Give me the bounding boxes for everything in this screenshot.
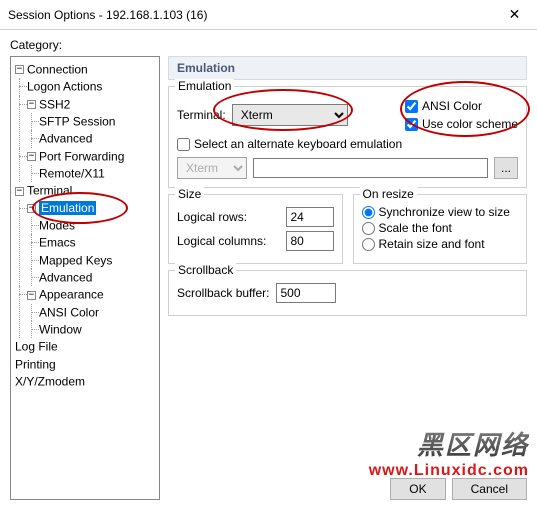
tree-log-file[interactable]: Log File bbox=[15, 340, 58, 354]
tree-emacs[interactable]: Emacs bbox=[39, 236, 76, 250]
group-label: Scrollback bbox=[175, 263, 236, 277]
tree-port-forwarding[interactable]: Port Forwarding bbox=[39, 149, 124, 163]
titlebar: Session Options - 192.168.1.103 (16) ✕ bbox=[0, 0, 537, 30]
tree-mapped-keys[interactable]: Mapped Keys bbox=[39, 253, 112, 267]
group-label: On resize bbox=[360, 187, 417, 201]
tree-advanced2[interactable]: Advanced bbox=[39, 270, 92, 284]
scrollback-group: Scrollback Scrollback buffer: bbox=[168, 270, 527, 316]
terminal-select[interactable]: Xterm bbox=[232, 104, 348, 126]
alt-keyboard-checkbox[interactable]: Select an alternate keyboard emulation bbox=[177, 137, 518, 151]
scrollback-input[interactable] bbox=[276, 283, 336, 303]
right-panel: Emulation Emulation Terminal: Xterm ANSI… bbox=[168, 56, 527, 500]
category-label: Category: bbox=[10, 38, 527, 52]
main-area: −Connection Logon Actions −SSH2 SFTP Ses… bbox=[10, 56, 527, 500]
use-color-scheme-checkbox[interactable]: Use color scheme bbox=[405, 117, 518, 131]
tree-connection[interactable]: Connection bbox=[27, 62, 88, 76]
tree-terminal[interactable]: Terminal bbox=[27, 184, 72, 198]
browse-button[interactable]: ... bbox=[494, 157, 518, 179]
tree-advanced[interactable]: Advanced bbox=[39, 132, 92, 146]
resize-group: On resize Synchronize view to size Scale… bbox=[353, 194, 528, 264]
alt-keyboard-input[interactable] bbox=[177, 138, 190, 151]
button-row: OK Cancel bbox=[168, 470, 527, 500]
tree-sftp-session[interactable]: SFTP Session bbox=[39, 114, 115, 128]
tree-xyzmodem[interactable]: X/Y/Zmodem bbox=[15, 374, 85, 388]
retain-radio[interactable]: Retain size and font bbox=[362, 237, 519, 251]
terminal-label: Terminal: bbox=[177, 108, 226, 122]
ok-button[interactable]: OK bbox=[390, 478, 445, 500]
tree-ssh2[interactable]: SSH2 bbox=[39, 97, 70, 111]
tree-ansi-color[interactable]: ANSI Color bbox=[39, 305, 99, 319]
category-tree[interactable]: −Connection Logon Actions −SSH2 SFTP Ses… bbox=[10, 56, 160, 500]
group-label: Emulation bbox=[175, 79, 234, 93]
cancel-button[interactable]: Cancel bbox=[452, 478, 527, 500]
tree-emulation[interactable]: Emulation bbox=[39, 201, 96, 215]
logical-rows-label: Logical rows: bbox=[177, 210, 247, 224]
expander-icon[interactable]: − bbox=[27, 152, 36, 161]
panel-title: Emulation bbox=[168, 56, 527, 80]
logical-cols-label: Logical columns: bbox=[177, 234, 266, 248]
window-title: Session Options - 192.168.1.103 (16) bbox=[8, 8, 207, 22]
tree-window[interactable]: Window bbox=[39, 322, 82, 336]
alt-keyboard-path bbox=[253, 158, 488, 178]
logical-rows-input[interactable] bbox=[286, 207, 334, 227]
emulation-group: Emulation Terminal: Xterm ANSI Color bbox=[168, 86, 527, 188]
ansi-color-input[interactable] bbox=[405, 100, 418, 113]
sync-radio[interactable]: Synchronize view to size bbox=[362, 205, 519, 219]
size-group: Size Logical rows: Logical columns: bbox=[168, 194, 343, 264]
logical-cols-input[interactable] bbox=[286, 231, 334, 251]
scrollback-label: Scrollback buffer: bbox=[177, 286, 270, 300]
expander-icon[interactable]: − bbox=[15, 187, 24, 196]
use-color-scheme-input[interactable] bbox=[405, 118, 418, 131]
content-area: Category: −Connection Logon Actions −SSH… bbox=[0, 30, 537, 510]
group-label: Size bbox=[175, 187, 204, 201]
tree-appearance[interactable]: Appearance bbox=[39, 288, 104, 302]
tree-logon-actions[interactable]: Logon Actions bbox=[27, 80, 102, 94]
tree-remote-x11[interactable]: Remote/X11 bbox=[39, 166, 105, 180]
alt-keyboard-select: Xterm bbox=[177, 157, 247, 179]
expander-icon[interactable]: − bbox=[27, 100, 36, 109]
ansi-color-checkbox[interactable]: ANSI Color bbox=[405, 99, 518, 113]
expander-icon[interactable]: − bbox=[27, 291, 36, 300]
tree-modes[interactable]: Modes bbox=[39, 218, 75, 232]
expander-icon[interactable]: − bbox=[15, 65, 24, 74]
tree-printing[interactable]: Printing bbox=[15, 357, 56, 371]
close-button[interactable]: ✕ bbox=[492, 0, 537, 30]
scale-radio[interactable]: Scale the font bbox=[362, 221, 519, 235]
expander-icon[interactable]: − bbox=[27, 204, 36, 213]
